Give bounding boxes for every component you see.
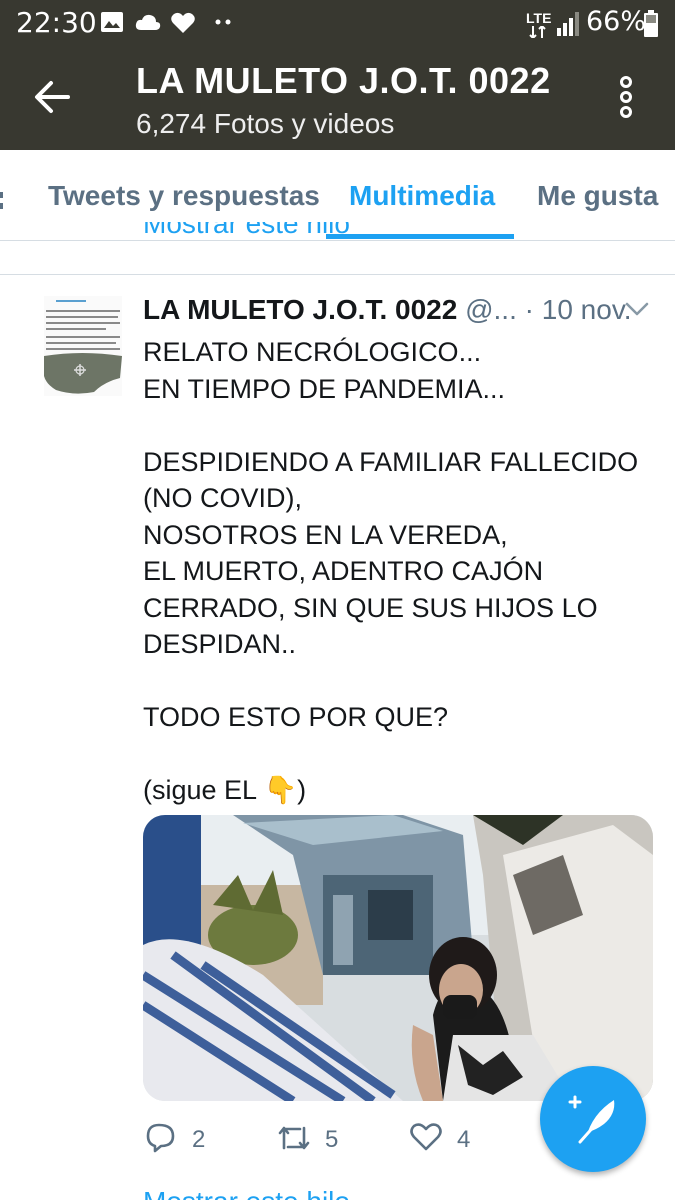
- battery-icon: [644, 10, 658, 37]
- tweet-line: TODO ESTO POR QUE?: [143, 702, 449, 732]
- media-scene: [143, 815, 653, 1101]
- tweet-line: NOSOTROS EN LA VEREDA,: [143, 519, 508, 550]
- tweet-divider: [0, 274, 675, 275]
- tweet-line: RELATO NECRÓLOGICO...: [143, 337, 482, 367]
- tab-tweets-and-replies[interactable]: Tweets y respuestas: [48, 180, 320, 212]
- more-options-icon[interactable]: [617, 76, 635, 118]
- tweet-text: RELATO NECRÓLOGICO... EN TIEMPO DE PANDE…: [143, 334, 638, 809]
- reply-icon[interactable]: [145, 1122, 177, 1154]
- tweet-line: (NO COVID),: [143, 483, 302, 513]
- chevron-down-icon[interactable]: [624, 300, 650, 318]
- tweet-date[interactable]: · 10 nov.: [525, 294, 632, 325]
- compose-feather-icon: [568, 1095, 615, 1144]
- tab-overflow-mark: [0, 192, 3, 209]
- tab-likes[interactable]: Me gusta: [537, 180, 658, 212]
- tweet-line: [143, 407, 638, 444]
- data-arrows-icon: [529, 26, 546, 38]
- cloud-icon: [135, 14, 161, 30]
- retweet-icon[interactable]: [276, 1122, 312, 1154]
- tab-media[interactable]: Multimedia: [349, 180, 495, 212]
- tweet-line: [143, 663, 638, 700]
- status-time: 22:30: [16, 6, 97, 39]
- tweet-line: EL MUERTO, ADENTRO CAJÓN: [143, 556, 544, 586]
- tweet-line: CERRADO, SIN QUE SUS HIJOS LO: [143, 592, 598, 623]
- heart-icon: [171, 12, 195, 33]
- tweet-header: LA MULETO J.O.T. 0022 @... · 10 nov.: [143, 294, 632, 326]
- profile-title: LA MULETO J.O.T. 0022: [136, 60, 551, 101]
- author-name[interactable]: LA MULETO J.O.T. 0022: [143, 294, 457, 325]
- tweet-line: EN TIEMPO DE PANDEMIA...: [143, 373, 506, 404]
- show-thread-link-previous[interactable]: Mostrar este hilo: [143, 222, 543, 248]
- author-handle[interactable]: @...: [465, 294, 517, 325]
- tweet-line: DESPIDAN..: [143, 629, 297, 659]
- status-bar: 22:30 LTE 66%: [0, 0, 675, 46]
- signal-icon: [557, 12, 579, 36]
- dots-icon: [215, 19, 231, 25]
- map-image: [44, 353, 122, 394]
- back-arrow-icon[interactable]: [34, 80, 70, 114]
- show-thread-link[interactable]: Mostrar este hilo: [143, 1186, 443, 1200]
- reply-count: 2: [192, 1126, 206, 1153]
- tweet-media-video[interactable]: [143, 815, 653, 1101]
- like-count: 4: [457, 1126, 471, 1153]
- like-icon[interactable]: [410, 1122, 442, 1152]
- tweet-line: [143, 736, 638, 773]
- image-icon: [101, 12, 123, 32]
- network-type: LTE: [526, 10, 552, 26]
- avatar[interactable]: [44, 296, 122, 396]
- profile-header: LA MULETO J.O.T. 0022 6,274 Fotos y vide…: [0, 46, 675, 150]
- tweet-line: DESPIDIENDO A FAMILIAR FALLECIDO: [143, 446, 639, 477]
- media-count: 6,274 Fotos y videos: [136, 108, 395, 139]
- retweet-count: 5: [325, 1126, 339, 1153]
- compose-tweet-button[interactable]: [540, 1066, 646, 1172]
- battery-percent: 66%: [586, 6, 647, 37]
- tweet-line: (sigue EL 👇): [143, 775, 307, 805]
